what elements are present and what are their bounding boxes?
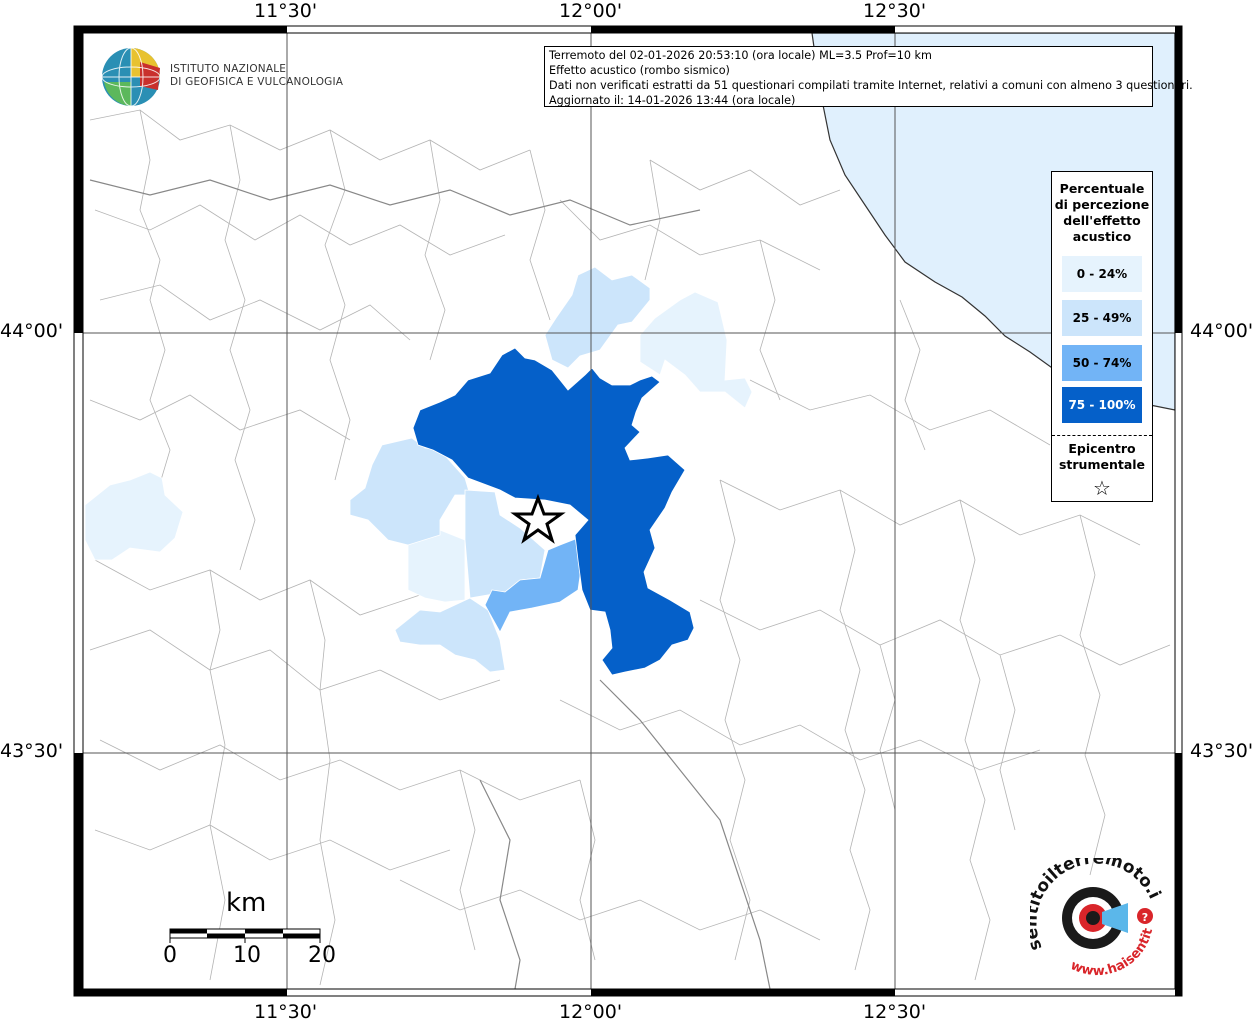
ingv-globe-logo [101, 47, 161, 107]
lon-tick-bottom-3: 12°30' [863, 1001, 927, 1023]
legend-class-0: 0 - 24% [1062, 256, 1142, 292]
lat-tick-left-1: 44°00' [0, 320, 64, 342]
scale-label-0: 0 [163, 943, 177, 968]
legend-divider [1052, 435, 1152, 436]
legend-epicenter-title: Epicentro strumentale [1052, 441, 1152, 473]
legend: Percentuale di percezione dell'effetto a… [1051, 171, 1153, 502]
lon-tick-top-2: 12°00' [559, 0, 623, 22]
legend-class-3: 75 - 100% [1062, 387, 1142, 423]
ingv-logo-line1: ISTITUTO NAZIONALE [170, 63, 287, 75]
scale-label-20: 20 [308, 943, 336, 968]
legend-class-2: 50 - 74% [1062, 345, 1142, 381]
event-info-line: Aggiornato il: 14-01-2026 13:44 (ora loc… [549, 94, 796, 107]
legend-star-icon: ☆ [1093, 476, 1111, 500]
legend-epicenter-line: Epicentro [1068, 441, 1136, 456]
event-info-line: Dati non verificati estratti da 51 quest… [549, 79, 1193, 92]
legend-title-line: Percentuale [1059, 181, 1145, 196]
lat-tick-right-2: 43°30' [1190, 740, 1254, 762]
ingv-logo-text: ISTITUTO NAZIONALE DI GEOFISICA E VULCAN… [170, 63, 343, 89]
lon-tick-top-3: 12°30' [863, 0, 927, 22]
lon-tick-bottom-2: 12°00' [559, 1001, 623, 1023]
event-info-line: Terremoto del 02-01-2026 20:53:10 (ora l… [549, 49, 932, 62]
lon-tick-top-1: 11°30' [254, 0, 318, 22]
legend-title-line: acustico [1072, 229, 1132, 244]
event-info-box: Terremoto del 02-01-2026 20:53:10 (ora l… [544, 46, 1193, 107]
lat-tick-left-2: 43°30' [0, 740, 64, 762]
ingv-logo-line2: DI GEOFISICA E VULCANOLOGIA [170, 76, 344, 88]
lon-tick-bottom-1: 11°30' [254, 1001, 318, 1023]
legend-title-line: di percezione [1054, 197, 1150, 212]
scale-label-10: 10 [233, 943, 261, 968]
lat-tick-right-1: 44°00' [1190, 320, 1254, 342]
legend-class-1: 25 - 49% [1062, 300, 1142, 336]
scale-unit: km [226, 888, 267, 918]
event-info-line: Effetto acustico (rombo sismico) [549, 64, 730, 77]
legend-epicenter-line: strumentale [1058, 457, 1146, 472]
legend-title: Percentuale di percezione dell'effetto a… [1052, 181, 1152, 245]
legend-title-line: dell'effetto [1063, 213, 1141, 228]
sentito-branding: sentitoilterremoto.it www.haisentito [1030, 858, 1164, 978]
